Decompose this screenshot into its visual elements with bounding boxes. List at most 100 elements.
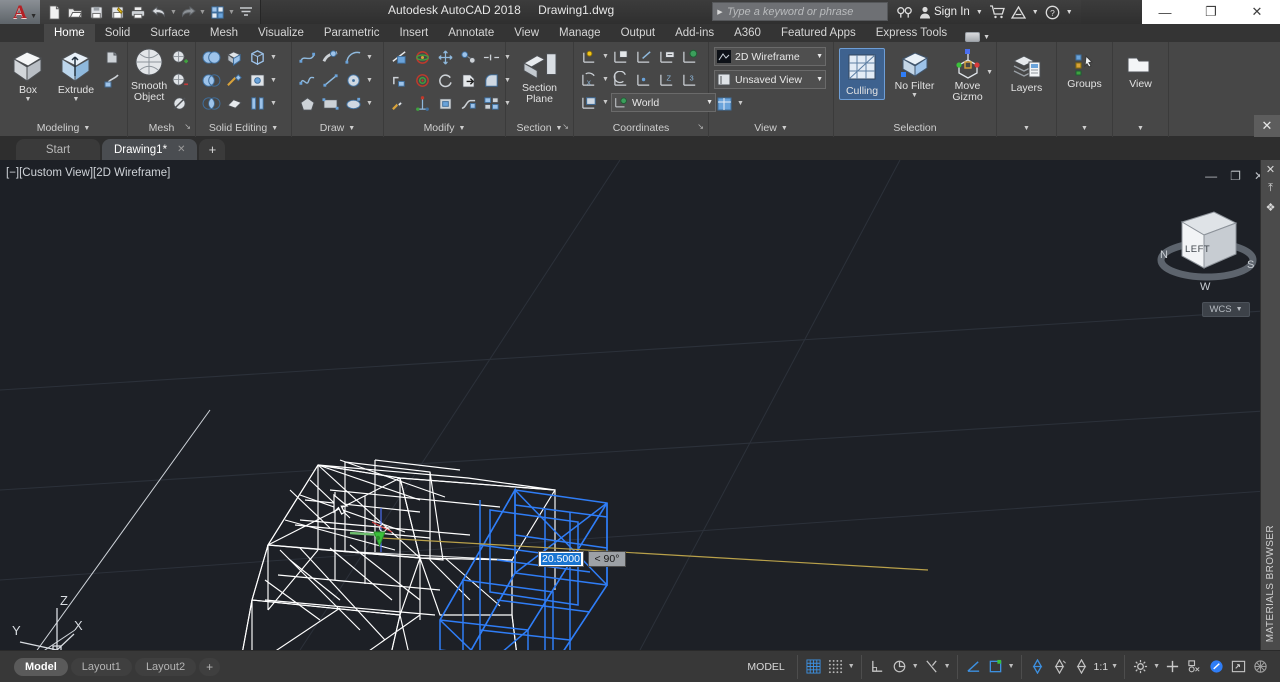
panel-view-title[interactable]: View ▼ bbox=[709, 120, 833, 137]
gizmo-dropdown-icon[interactable]: ▼ bbox=[986, 69, 993, 76]
infer-constraints-icon[interactable] bbox=[868, 657, 887, 676]
3d-scale-icon[interactable] bbox=[412, 93, 433, 114]
chevron-down-icon[interactable]: ▼ bbox=[602, 99, 609, 106]
polysolid-icon[interactable] bbox=[320, 47, 341, 68]
3d-object-snap-icon[interactable] bbox=[1050, 657, 1069, 676]
annotation-scale-selector[interactable]: 1:1 ▼ bbox=[1094, 661, 1119, 673]
qat-menu-icon[interactable] bbox=[236, 2, 256, 22]
extrude-button[interactable]: Extrude ▼ bbox=[53, 46, 99, 103]
polyline-icon[interactable] bbox=[297, 47, 318, 68]
panel-modify-title[interactable]: Modify ▼ bbox=[384, 120, 505, 137]
panel-layers-title[interactable]: ▼ bbox=[997, 120, 1056, 137]
open-icon[interactable] bbox=[65, 2, 85, 22]
ucs-origin-icon[interactable] bbox=[634, 69, 655, 90]
ucs-object-icon[interactable] bbox=[657, 46, 678, 67]
panel-dialog-launcher-icon[interactable]: ↘ bbox=[562, 118, 569, 135]
file-tab-start[interactable]: Start bbox=[16, 139, 100, 160]
chevron-down-icon[interactable]: ▼ bbox=[602, 76, 609, 83]
3d-array-icon[interactable] bbox=[458, 47, 479, 68]
tab-home[interactable]: Home bbox=[44, 24, 95, 42]
filter-button[interactable]: No Filter ▼ bbox=[891, 48, 938, 99]
polygon-icon[interactable] bbox=[297, 93, 318, 114]
tab-insert[interactable]: Insert bbox=[389, 24, 438, 42]
minimize-button[interactable]: — bbox=[1142, 0, 1188, 24]
chevron-down-icon[interactable]: ▼ bbox=[1081, 120, 1088, 137]
chevron-down-icon[interactable]: ▼ bbox=[348, 120, 355, 137]
close-button[interactable]: ✕ bbox=[1234, 0, 1280, 24]
extract-edges-2-icon[interactable] bbox=[389, 70, 410, 91]
undo-icon[interactable] bbox=[149, 2, 169, 22]
tab-parametric[interactable]: Parametric bbox=[314, 24, 390, 42]
model-space-button[interactable]: MODEL bbox=[741, 661, 790, 673]
separate-icon[interactable] bbox=[247, 93, 268, 114]
ortho-mode-icon[interactable] bbox=[964, 657, 983, 676]
osnap-dropdown-icon[interactable]: ▼ bbox=[944, 663, 951, 670]
shell-icon[interactable] bbox=[435, 93, 456, 114]
save-as-icon[interactable] bbox=[107, 2, 127, 22]
chevron-down-icon[interactable]: ▼ bbox=[366, 77, 373, 84]
redo-dropdown-icon[interactable]: ▼ bbox=[199, 9, 206, 16]
panel-view-right-title[interactable]: ▼ bbox=[1113, 120, 1168, 137]
visual-style-combo[interactable]: 2D Wireframe ▼ bbox=[714, 47, 826, 66]
chevron-down-icon[interactable]: ▼ bbox=[816, 53, 823, 60]
slice-icon[interactable] bbox=[458, 93, 479, 114]
tab-mesh[interactable]: Mesh bbox=[200, 24, 248, 42]
panel-coordinates-title[interactable]: Coordinates ↘ bbox=[574, 120, 708, 137]
tab-surface[interactable]: Surface bbox=[140, 24, 200, 42]
ucs-x-icon[interactable]: X bbox=[579, 69, 600, 90]
clean-icon[interactable] bbox=[224, 93, 245, 114]
view-button[interactable]: View bbox=[1118, 52, 1163, 90]
tab-output[interactable]: Output bbox=[611, 24, 666, 42]
rectangle-icon[interactable] bbox=[320, 93, 341, 114]
save-icon[interactable] bbox=[86, 2, 106, 22]
drawing-canvas[interactable]: Z Y X [−][Custom View][2D Wireframe] — ❐… bbox=[0, 160, 1280, 650]
explode-icon[interactable] bbox=[481, 93, 502, 114]
smooth-more-icon[interactable] bbox=[169, 47, 190, 68]
redo-icon[interactable] bbox=[178, 2, 198, 22]
chevron-down-icon[interactable]: ▼ bbox=[983, 34, 990, 41]
imprint-icon[interactable] bbox=[247, 70, 268, 91]
fillet-icon[interactable] bbox=[481, 70, 502, 91]
chevron-down-icon[interactable]: ▼ bbox=[270, 77, 277, 84]
sign-in-button[interactable]: Sign In bbox=[919, 6, 970, 19]
close-icon[interactable]: ✕ bbox=[1266, 163, 1275, 176]
chevron-down-icon[interactable]: ▼ bbox=[366, 100, 373, 107]
tab-manage[interactable]: Manage bbox=[549, 24, 611, 42]
chevron-down-icon[interactable]: ▼ bbox=[271, 120, 278, 137]
arc-icon[interactable] bbox=[343, 47, 364, 68]
presspull-icon[interactable] bbox=[101, 46, 122, 67]
viewport-restore-icon[interactable]: ❐ bbox=[1230, 169, 1241, 183]
clean-screen-icon[interactable] bbox=[1229, 657, 1248, 676]
tab-featured-apps[interactable]: Featured Apps bbox=[771, 24, 866, 42]
union-icon[interactable] bbox=[201, 47, 222, 68]
match-properties-icon[interactable] bbox=[389, 93, 410, 114]
ucs-dropdown-icon[interactable]: ▼ bbox=[912, 663, 919, 670]
sign-in-dropdown-icon[interactable]: ▼ bbox=[976, 9, 983, 16]
chevron-down-icon[interactable]: ▼ bbox=[1137, 120, 1144, 137]
3d-move-gizmo-icon[interactable] bbox=[389, 47, 410, 68]
layout-tab-model[interactable]: Model bbox=[14, 657, 68, 676]
chevron-down-icon[interactable]: ▼ bbox=[602, 53, 609, 60]
a360-dropdown-icon[interactable]: ▼ bbox=[1032, 9, 1039, 16]
culling-button[interactable]: Culling bbox=[839, 48, 885, 100]
object-snap-tracking-icon[interactable] bbox=[1072, 657, 1091, 676]
polar-tracking-icon[interactable] bbox=[986, 657, 1005, 676]
filter-dropdown-icon[interactable]: ▼ bbox=[911, 92, 918, 99]
customization-icon[interactable] bbox=[1251, 657, 1270, 676]
snap-dropdown-icon[interactable]: ▼ bbox=[848, 663, 855, 670]
groups-button[interactable]: Groups bbox=[1062, 52, 1107, 90]
chevron-down-icon[interactable]: ▼ bbox=[459, 120, 466, 137]
autodesk-store-icon[interactable] bbox=[989, 5, 1005, 19]
add-layout-button[interactable]: + bbox=[199, 657, 221, 676]
panel-section-title[interactable]: Section ▼ ↘ bbox=[506, 120, 573, 137]
chevron-down-icon[interactable]: ▼ bbox=[366, 54, 373, 61]
chevron-down-icon[interactable]: ▼ bbox=[816, 76, 823, 83]
panel-dialog-launcher-icon[interactable]: ↘ bbox=[697, 118, 704, 135]
viewport-minimize-icon[interactable]: — bbox=[1205, 169, 1217, 183]
view-cube[interactable]: N S W E LEFT bbox=[1152, 190, 1262, 310]
isolate-objects-icon[interactable] bbox=[1185, 657, 1204, 676]
viewport-configuration-icon[interactable] bbox=[714, 93, 735, 114]
new-tab-button[interactable]: + bbox=[199, 139, 226, 160]
grid-display-icon[interactable] bbox=[804, 657, 823, 676]
spline-icon[interactable] bbox=[297, 70, 318, 91]
